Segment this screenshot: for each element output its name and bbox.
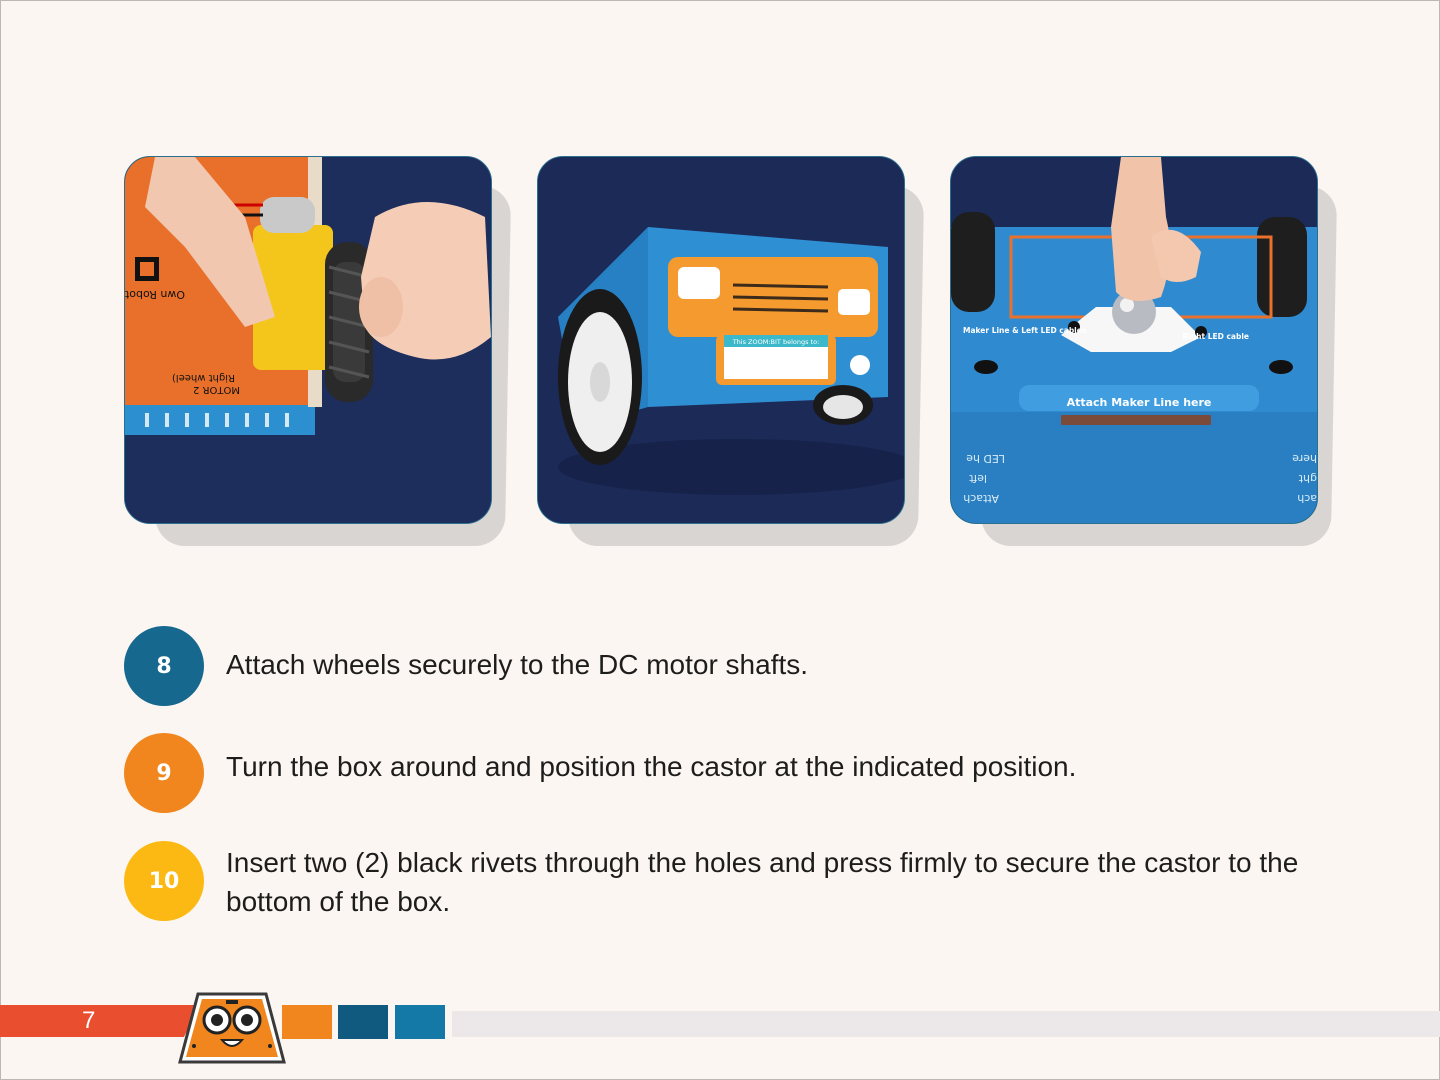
step-text: Attach wheels securely to the DC motor s… — [226, 649, 809, 680]
step-number-badge: 8 — [124, 626, 204, 706]
attach-label: Attach Maker Line here — [1067, 396, 1212, 409]
photo-castor: Attach Maker Line here Maker Line & Left… — [950, 156, 1318, 524]
photo-castor-image: Attach Maker Line here Maker Line & Left… — [951, 157, 1317, 523]
mirror-left-2: left — [968, 472, 987, 485]
footer-blue-square — [395, 1005, 445, 1039]
footer-grey-bar — [452, 1011, 1440, 1037]
footer-red-bar — [0, 1005, 200, 1037]
mascot-robot-icon — [178, 992, 286, 1064]
step-number-badge: 10 — [124, 841, 204, 921]
mirror-left-1: LED he — [966, 452, 1005, 465]
mirror-right-3: ach — [1297, 492, 1317, 505]
footer-orange-square — [282, 1005, 332, 1039]
robot-label: Own Robot, for — [125, 288, 185, 301]
photo-attach-wheel: MOTOR 2 Right wheel) Own Robot, for — [124, 156, 492, 524]
mirror-right-2: ght — [1298, 472, 1317, 485]
photo-robot-car-image: This ZOOM:BIT belongs to: — [538, 157, 904, 523]
step-text: Insert two (2) black rivets through the … — [226, 847, 1299, 917]
wheel-label: Right wheel) — [172, 372, 235, 383]
photo-card-attach-wheel: MOTOR 2 Right wheel) Own Robot, for — [124, 156, 512, 546]
name-plate-label: This ZOOM:BIT belongs to: — [732, 338, 820, 346]
photo-card-castor: Attach Maker Line here Maker Line & Left… — [950, 156, 1338, 546]
footer-dark-blue-square — [338, 1005, 388, 1039]
left-cable-label: Maker Line & Left LED cables — [963, 326, 1087, 335]
mirror-left-3: Attach — [963, 492, 999, 505]
step-number-badge: 9 — [124, 733, 204, 813]
photo-card-robot-car: This ZOOM:BIT belongs to: — [537, 156, 925, 546]
page-number: 7 — [82, 1007, 96, 1034]
photo-attach-wheel-image: MOTOR 2 Right wheel) Own Robot, for — [125, 157, 491, 523]
photo-robot-car: This ZOOM:BIT belongs to: — [537, 156, 905, 524]
right-cable-label: Right LED cable — [1182, 332, 1249, 341]
mirror-right-1: here — [1292, 452, 1317, 465]
motor-label: MOTOR 2 — [193, 384, 240, 395]
step-text: Turn the box around and position the cas… — [226, 751, 1077, 782]
